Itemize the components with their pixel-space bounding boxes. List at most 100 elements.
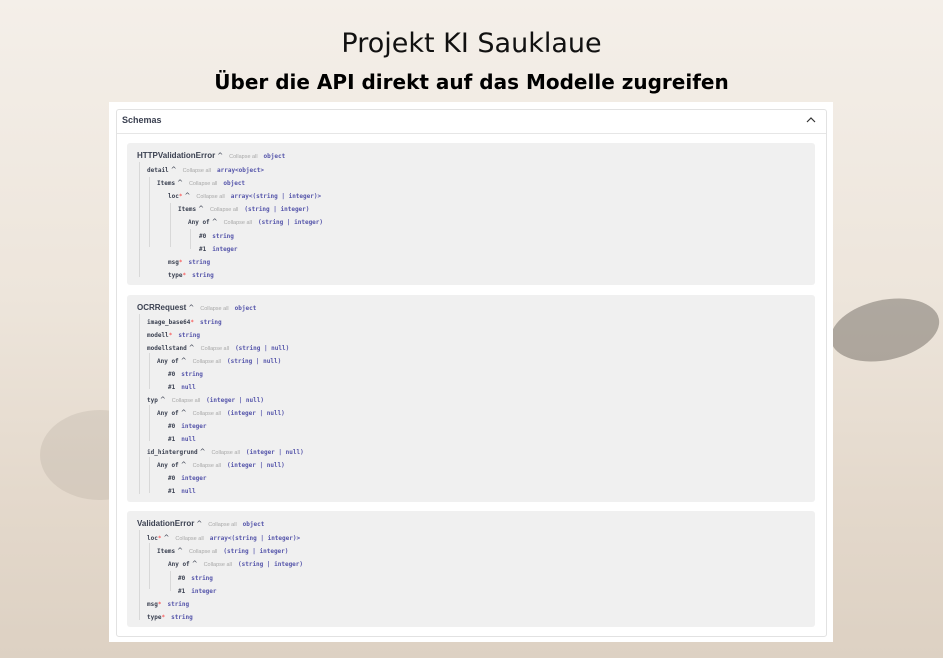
model-httpvalidationerror: HTTPValidationError ^ Collapse all object d… [127, 143, 815, 285]
property-name: Any of [157, 462, 179, 469]
property-type: null [181, 384, 196, 391]
property-type: integer [191, 588, 217, 595]
model-ocrrequest: OCRRequest ^ Collapse all object image_base… [127, 295, 815, 502]
collapse-all-button[interactable]: Collapse all [189, 181, 217, 187]
collapse-all-button[interactable]: Collapse all [172, 398, 200, 404]
property-type: array<(string | integer)> [230, 193, 322, 200]
chevron-up-icon[interactable]: ^ [196, 518, 202, 530]
collapse-all-button[interactable]: Collapse all [210, 207, 238, 213]
property-type: string [178, 332, 200, 339]
model-type: object [242, 521, 265, 528]
property-type: string [181, 371, 203, 378]
variant-label: #0 [168, 475, 176, 482]
property-name: Items [157, 180, 176, 187]
chevron-up-icon[interactable]: ^ [192, 558, 198, 570]
model-name[interactable]: ValidationError [137, 519, 194, 528]
tree-line [149, 405, 150, 441]
model-type: object [263, 153, 286, 160]
collapse-all-button[interactable]: Collapse all [211, 450, 239, 456]
property-name: type [168, 272, 183, 279]
property-type: (string | null) [235, 345, 290, 352]
tree-line [190, 229, 191, 249]
property-name: Any of [157, 410, 179, 417]
model-name[interactable]: HTTPValidationError [137, 151, 215, 160]
tree-line [149, 353, 150, 389]
property-type: array<object> [217, 167, 264, 174]
property-name: Any of [168, 561, 190, 568]
required-marker: * [168, 332, 173, 339]
collapse-all-button[interactable]: Collapse all [208, 522, 236, 528]
chevron-up-icon[interactable]: ^ [188, 302, 194, 314]
collapse-all-button[interactable]: Collapse all [193, 463, 221, 469]
property-type: string [192, 272, 214, 279]
property-name: image_base64 [147, 319, 191, 326]
required-marker: * [178, 259, 183, 266]
schemas-header[interactable]: Schemas [117, 110, 826, 134]
chevron-up-icon[interactable]: ^ [212, 216, 218, 228]
background-shape [824, 289, 943, 371]
required-marker: * [157, 601, 162, 608]
property-type: array<(string | integer)> [209, 535, 301, 542]
required-marker: * [178, 193, 183, 200]
tree-line [149, 177, 150, 247]
collapse-all-button[interactable]: Collapse all [204, 562, 232, 568]
property-type: (string | integer) [223, 548, 289, 555]
variant-label: #1 [168, 384, 176, 391]
tree-line [170, 571, 171, 591]
tree-line [149, 457, 150, 493]
tree-line [149, 543, 150, 589]
property-type: object [223, 180, 246, 187]
property-type: integer [212, 246, 238, 253]
property-name: modellstand [147, 345, 187, 352]
chevron-up-icon[interactable]: ^ [217, 150, 223, 162]
schemas-section: Schemas HTTPValidationError ^ Collapse all… [116, 109, 827, 637]
property-name: typ [147, 397, 158, 404]
property-type: string [212, 233, 234, 240]
collapse-all-button[interactable]: Collapse all [183, 168, 211, 174]
required-marker: * [161, 614, 166, 621]
property-name: loc [147, 535, 158, 542]
slide-subtitle: Über die API direkt auf das Modelle zugr… [214, 70, 729, 94]
model-type: object [234, 305, 257, 312]
required-marker: * [190, 319, 194, 326]
schemas-title: Schemas [122, 115, 162, 125]
swagger-panel: Schemas HTTPValidationError ^ Collapse all… [109, 102, 833, 642]
collapse-all-button[interactable]: Collapse all [175, 536, 203, 542]
tree-line [139, 162, 140, 277]
collapse-all-button[interactable]: Collapse all [189, 549, 217, 555]
property-type: string [167, 601, 190, 608]
collapse-all-button[interactable]: Collapse all [229, 154, 257, 160]
collapse-all-button[interactable]: Collapse all [224, 220, 252, 226]
model-validationerror: ValidationError ^ Collapse all object loc* ^… [127, 511, 815, 627]
variant-label: #0 [199, 233, 207, 240]
property-type: (string | integer) [258, 219, 324, 226]
collapse-all-button[interactable]: Collapse all [200, 306, 228, 312]
property-type: string [188, 259, 211, 266]
collapse-all-button[interactable]: Collapse all [193, 411, 221, 417]
property-type: (integer | null) [206, 397, 264, 404]
property-name: Any of [188, 219, 210, 226]
chevron-up-icon[interactable] [806, 115, 816, 125]
collapse-all-button[interactable]: Collapse all [196, 194, 224, 200]
property-name: msg [168, 259, 179, 266]
property-type: integer [181, 423, 207, 430]
property-name: msg [147, 601, 158, 608]
property-name: id_hintergrund [147, 449, 198, 456]
property-name: Items [157, 548, 176, 555]
property-type: integer [181, 475, 207, 482]
property-name: Any of [157, 358, 179, 365]
tree-line [170, 203, 171, 247]
variant-label: #1 [199, 246, 207, 253]
collapse-all-button[interactable]: Collapse all [193, 359, 221, 365]
slide-title: Projekt KI Sauklaue [341, 28, 602, 59]
tree-line [139, 314, 140, 494]
variant-label: #0 [178, 575, 186, 582]
collapse-all-button[interactable]: Collapse all [201, 346, 229, 352]
property-type: (integer | null) [227, 462, 285, 469]
model-name[interactable]: OCRRequest [137, 303, 186, 312]
property-name: type [147, 614, 162, 621]
variant-label: #1 [168, 488, 176, 495]
required-marker: * [182, 272, 187, 279]
property-type: string [199, 319, 222, 326]
property-type: string [171, 614, 193, 621]
